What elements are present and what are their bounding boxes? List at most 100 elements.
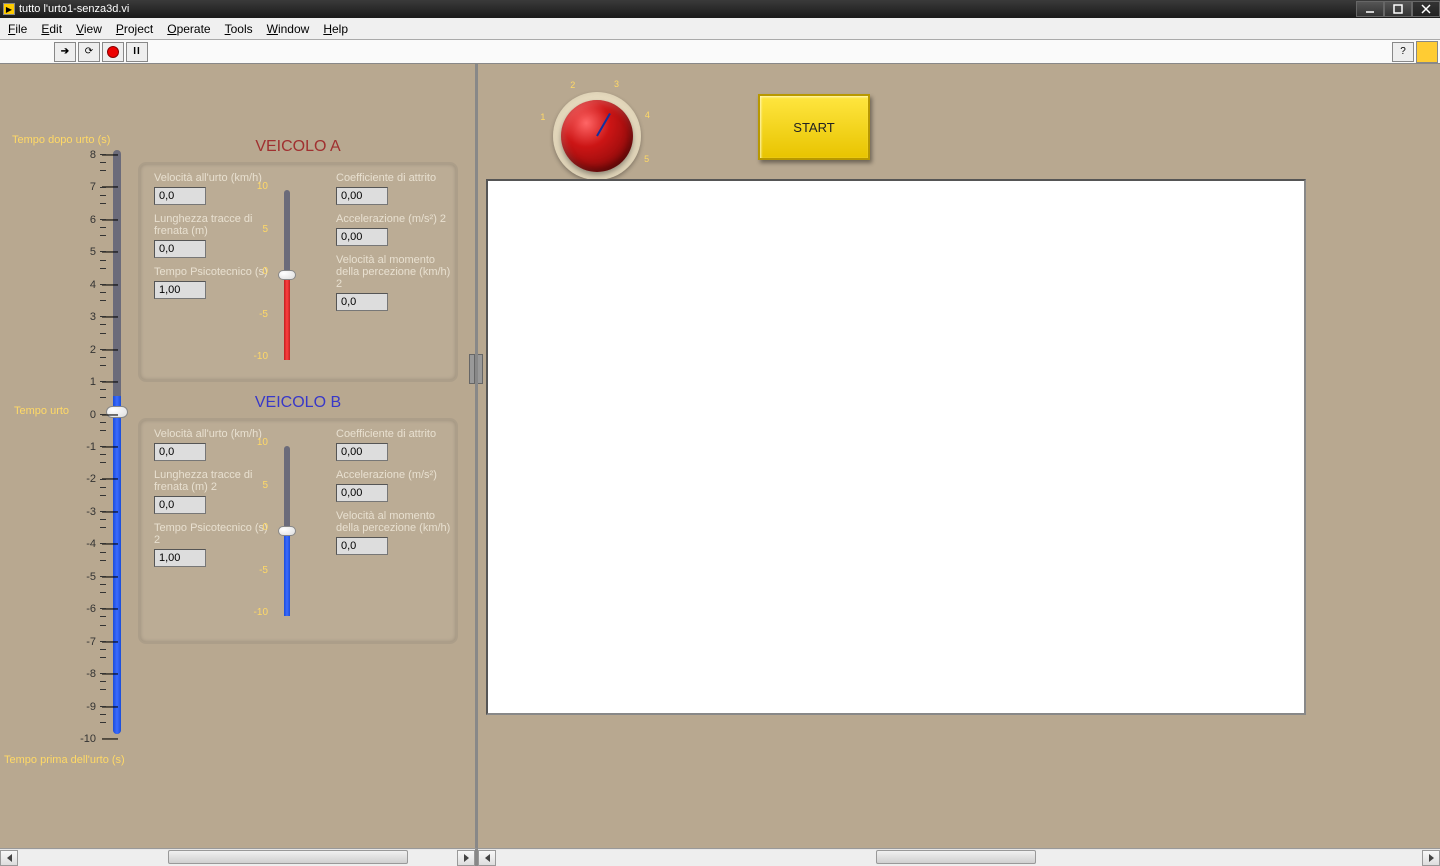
splitter-handle-right[interactable] xyxy=(478,354,483,384)
label-time-after-impact: Tempo dopo urto (s) xyxy=(12,134,110,146)
menu-help[interactable]: Help xyxy=(323,22,348,36)
time-tick: -4— xyxy=(78,535,118,553)
vi-icon[interactable] xyxy=(1416,41,1438,63)
mini-tick: 5 xyxy=(252,224,268,235)
bottom-scrollbars xyxy=(0,848,1440,866)
time-tick: 3— xyxy=(78,308,118,326)
menu-edit[interactable]: Edit xyxy=(41,22,62,36)
menu-project[interactable]: Project xyxy=(116,22,153,36)
mini-tick: -10 xyxy=(252,351,268,362)
vb-friction-input[interactable] xyxy=(336,443,388,461)
vehicle-a-title: VEICOLO A xyxy=(140,134,456,160)
va-friction-label: Coefficiente di attrito xyxy=(336,172,456,184)
left-scroll-thumb[interactable] xyxy=(168,850,408,864)
vb-percep-label: Velocità al momento della percezione (km… xyxy=(336,510,456,534)
time-tick: -5— xyxy=(78,568,118,586)
va-mini-slider[interactable]: 1050-5-10 xyxy=(270,190,304,360)
knob-tick: 5 xyxy=(644,154,649,164)
display-canvas xyxy=(486,179,1306,715)
maximize-button[interactable] xyxy=(1384,1,1412,17)
vb-mini-slider[interactable]: 1050-5-10 xyxy=(270,446,304,616)
vb-accel-input[interactable] xyxy=(336,484,388,502)
minimize-button[interactable] xyxy=(1356,1,1384,17)
time-tick: 6— xyxy=(78,211,118,229)
time-tick: -2— xyxy=(78,470,118,488)
time-tick: -1— xyxy=(78,438,118,456)
start-button[interactable]: START xyxy=(758,94,870,160)
vb-friction-label: Coefficiente di attrito xyxy=(336,428,456,440)
vehicle-a-group: VEICOLO A Velocità all'urto (km/h) Lungh… xyxy=(138,162,458,382)
left-scroll-next[interactable] xyxy=(457,850,475,866)
knob-tick: 4 xyxy=(645,110,650,120)
time-tick: 0— xyxy=(78,406,118,424)
right-scroll-track[interactable] xyxy=(496,850,1422,866)
menubar: File Edit View Project Operate Tools Win… xyxy=(0,18,1440,40)
left-scroll-prev[interactable] xyxy=(0,850,18,866)
mini-tick: 5 xyxy=(252,480,268,491)
mini-tick: -5 xyxy=(252,309,268,320)
time-tick: 2— xyxy=(78,341,118,359)
right-scroll-next[interactable] xyxy=(1422,850,1440,866)
vb-velocity-input[interactable] xyxy=(154,443,206,461)
va-velocity-input[interactable] xyxy=(154,187,206,205)
vehicle-b-title: VEICOLO B xyxy=(140,390,456,416)
va-accel-label: Accelerazione (m/s²) 2 xyxy=(336,213,456,225)
close-button[interactable] xyxy=(1412,1,1440,17)
left-scroll-track[interactable] xyxy=(18,850,457,866)
time-tick: -9— xyxy=(78,698,118,716)
time-tick: -6— xyxy=(78,600,118,618)
label-time-before-impact: Tempo prima dell'urto (s) xyxy=(4,754,125,766)
mini-tick: -5 xyxy=(252,565,268,576)
va-percep-label: Velocità al momento della percezione (km… xyxy=(336,254,456,290)
va-accel-input[interactable] xyxy=(336,228,388,246)
vb-mini-thumb[interactable] xyxy=(278,526,296,536)
window-titlebar: ▶ tutto l'urto1-senza3d.vi xyxy=(0,0,1440,18)
left-panel: Tempo dopo urto (s) Tempo urto Tempo pri… xyxy=(0,64,478,848)
menu-view[interactable]: View xyxy=(76,22,102,36)
va-brake-input[interactable] xyxy=(154,240,206,258)
time-tick: 7— xyxy=(78,178,118,196)
mini-tick: 10 xyxy=(252,437,268,448)
menu-file[interactable]: File xyxy=(8,22,27,36)
labview-vi-icon: ▶ xyxy=(3,3,15,15)
vb-psico-input[interactable] xyxy=(154,549,206,567)
main-panel: Tempo dopo urto (s) Tempo urto Tempo pri… xyxy=(0,64,1440,848)
va-percep-input[interactable] xyxy=(336,293,388,311)
pause-button[interactable]: II xyxy=(126,42,148,62)
time-tick: 8— xyxy=(78,146,118,164)
run-button[interactable]: ➔ xyxy=(54,42,76,62)
splitter-handle-left[interactable] xyxy=(469,354,475,384)
va-mini-thumb[interactable] xyxy=(278,270,296,280)
vb-brake-input[interactable] xyxy=(154,496,206,514)
vb-accel-label: Accelerazione (m/s²) xyxy=(336,469,456,481)
time-tick: -3— xyxy=(78,503,118,521)
va-psico-input[interactable] xyxy=(154,281,206,299)
vb-percep-input[interactable] xyxy=(336,537,388,555)
abort-button[interactable] xyxy=(102,42,124,62)
right-scroll-thumb[interactable] xyxy=(876,850,1036,864)
va-friction-input[interactable] xyxy=(336,187,388,205)
menu-tools[interactable]: Tools xyxy=(225,22,253,36)
time-tick: -10— xyxy=(78,730,118,748)
mini-tick: 0 xyxy=(252,266,268,277)
window-title: tutto l'urto1-senza3d.vi xyxy=(19,3,129,15)
label-time-impact: Tempo urto xyxy=(14,405,69,417)
knob-tick: 1 xyxy=(540,112,545,122)
mini-tick: -10 xyxy=(252,607,268,618)
right-panel: 123456 START xyxy=(478,64,1440,848)
knob-tick: 2 xyxy=(570,80,575,90)
right-scroll-prev[interactable] xyxy=(478,850,496,866)
time-tick: -7— xyxy=(78,633,118,651)
menu-window[interactable]: Window xyxy=(267,22,310,36)
run-continuous-button[interactable]: ⟳ xyxy=(78,42,100,62)
time-tick: 1— xyxy=(78,373,118,391)
help-button[interactable]: ? xyxy=(1392,42,1414,62)
knob-tick: 3 xyxy=(614,79,619,89)
vehicle-b-group: VEICOLO B Velocità all'urto (km/h) Lungh… xyxy=(138,418,458,644)
mini-tick: 10 xyxy=(252,181,268,192)
toolbar: ➔ ⟳ II ? xyxy=(0,40,1440,64)
time-tick: 5— xyxy=(78,243,118,261)
menu-operate[interactable]: Operate xyxy=(167,22,210,36)
mini-tick: 0 xyxy=(252,522,268,533)
time-tick: 4— xyxy=(78,276,118,294)
